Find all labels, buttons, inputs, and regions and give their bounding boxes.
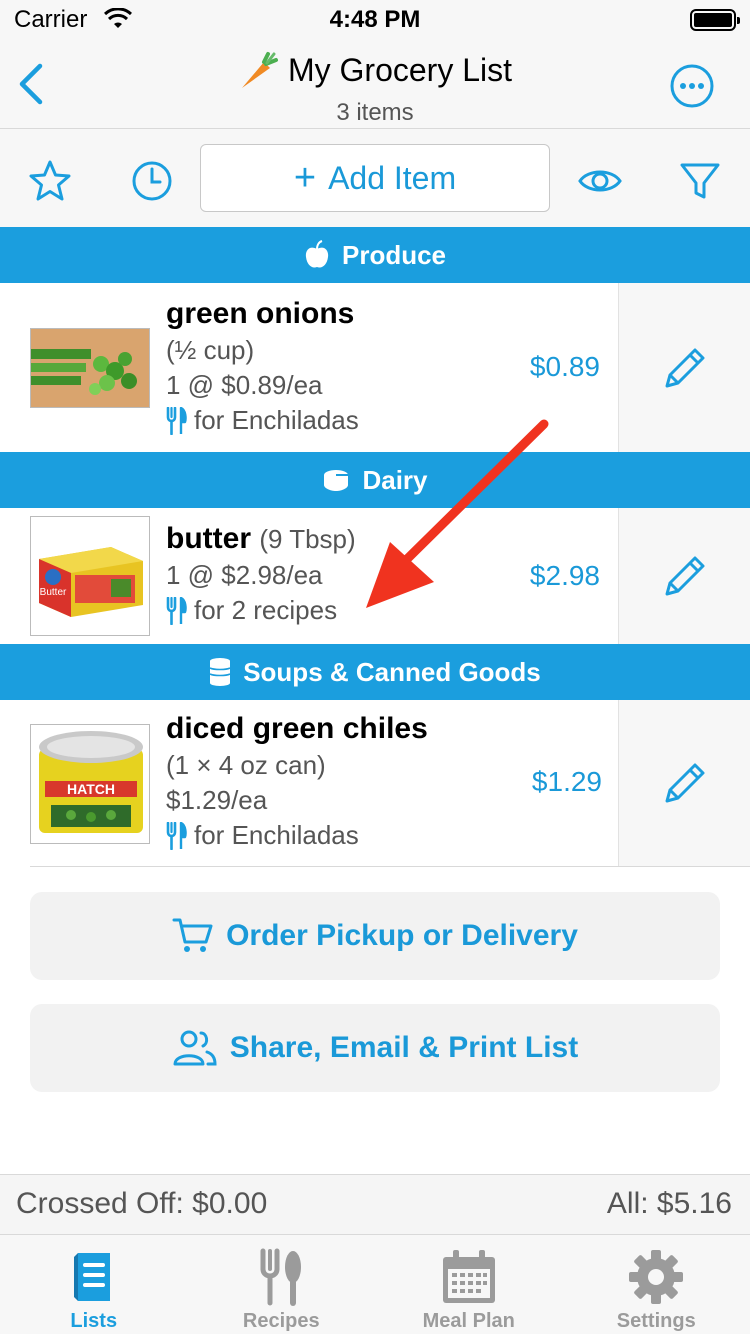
totals-bar: Crossed Off: $0.00 All: $5.16 [0, 1174, 750, 1234]
share-label: Share, Email & Print List [229, 1031, 579, 1064]
fork-knife-icon [166, 406, 187, 435]
eye-icon[interactable] [578, 159, 622, 203]
fork-knife-icon [260, 1248, 302, 1306]
list-notebook-icon [73, 1253, 110, 1301]
order-pickup-delivery-button[interactable]: Order Pickup or Delivery [30, 892, 720, 980]
fork-knife-icon [166, 821, 187, 850]
tab-label: Meal Plan [422, 1310, 515, 1332]
item-unit-price: 1 @ $0.89/ea [166, 370, 323, 400]
order-label: Order Pickup or Delivery [226, 919, 578, 952]
tab-label: Recipes [242, 1310, 320, 1332]
crossed-off-total: Crossed Off: $0.00 [16, 1187, 268, 1220]
category-name: Dairy [362, 464, 428, 495]
recipe-label: for 2 recipes [194, 595, 338, 625]
filter-funnel-icon[interactable] [678, 159, 722, 203]
people-icon [173, 1030, 217, 1066]
category-name: Produce [341, 239, 447, 270]
item-quantity: (9 Tbsp) [259, 524, 356, 554]
tab-lists[interactable]: Lists [0, 1235, 188, 1334]
item-name: butter [166, 522, 251, 555]
all-total: All: $5.16 [606, 1187, 732, 1220]
page-title: My Grocery List [238, 48, 512, 92]
pencil-icon [665, 763, 704, 803]
category-header-soups-canned[interactable]: Soups & Canned Goods [0, 644, 750, 700]
star-icon[interactable] [28, 159, 72, 203]
item-price: $0.89 [529, 351, 600, 382]
tab-label: Settings [616, 1310, 696, 1332]
clock: 4:48 PM [329, 6, 421, 33]
item-name: diced green chiles [166, 712, 428, 745]
list-item[interactable]: green onions (½ cup) 1 @ $0.89/ea for En… [0, 283, 750, 452]
page-title-text: My Grocery List [287, 51, 513, 88]
tab-settings[interactable]: Settings [563, 1235, 750, 1334]
item-count: 3 items [336, 99, 414, 126]
toolbar: + Add Item [0, 129, 750, 227]
item-unit-price: 1 @ $2.98/ea [166, 560, 323, 590]
item-recipe[interactable]: for 2 recipes [166, 595, 356, 626]
plus-icon: + [293, 156, 317, 199]
recipe-label: for Enchiladas [194, 820, 359, 850]
calendar-icon [442, 1250, 495, 1303]
edit-item-button[interactable] [618, 700, 750, 866]
category-header-produce[interactable]: Produce [0, 227, 750, 283]
item-recipe[interactable]: for Enchiladas [166, 820, 428, 851]
shopping-cart-icon [172, 918, 213, 952]
tab-label: Lists [70, 1310, 118, 1332]
apple-icon [305, 240, 329, 268]
nav-bar: My Grocery List 3 items [0, 40, 750, 129]
edit-item-button[interactable] [618, 283, 750, 452]
item-price: $2.98 [529, 560, 600, 591]
list-divider [30, 866, 750, 867]
item-name: green onions [166, 297, 355, 330]
pencil-icon [665, 556, 704, 596]
item-price: $1.29 [531, 766, 602, 797]
carrot-icon [241, 52, 278, 88]
cheese-icon [324, 470, 349, 491]
tab-bar: Lists Recipes Meal Plan Settings [0, 1234, 750, 1334]
more-options-icon[interactable] [670, 64, 714, 108]
category-header-dairy[interactable]: Dairy [0, 452, 750, 508]
add-item-button[interactable]: + Add Item [200, 144, 550, 212]
status-bar: Carrier 4:48 PM [0, 0, 750, 40]
item-quantity: (½ cup) [166, 335, 255, 365]
add-item-label: Add Item [328, 159, 457, 196]
item-image: HATCH [30, 724, 150, 844]
tab-meal-plan[interactable]: Meal Plan [375, 1235, 563, 1334]
item-unit-price: $1.29/ea [166, 785, 268, 815]
category-name: Soups & Canned Goods [243, 656, 541, 687]
svg-text:Butter: Butter [40, 587, 67, 598]
battery-icon [690, 9, 740, 31]
tab-recipes[interactable]: Recipes [188, 1235, 376, 1334]
item-recipe[interactable]: for Enchiladas [166, 405, 359, 436]
history-clock-icon[interactable] [130, 159, 174, 203]
item-name-line: butter (9 Tbsp) [166, 522, 356, 556]
gear-icon [629, 1250, 684, 1304]
edit-item-button[interactable] [618, 508, 750, 644]
can-icon [209, 658, 231, 686]
item-quantity: (1 × 4 oz can) [166, 750, 326, 780]
pencil-icon [665, 348, 704, 387]
recipe-label: for Enchiladas [194, 405, 359, 435]
share-email-print-button[interactable]: Share, Email & Print List [30, 1004, 720, 1092]
svg-text:HATCH: HATCH [67, 781, 115, 797]
item-image: Butter [30, 516, 150, 636]
item-image [30, 328, 150, 408]
fork-knife-icon [166, 596, 187, 625]
list-item[interactable]: HATCH diced green chiles (1 × 4 oz can) … [0, 700, 750, 866]
list-item[interactable]: Butter butter (9 Tbsp) 1 @ $2.98/ea for … [0, 508, 750, 644]
